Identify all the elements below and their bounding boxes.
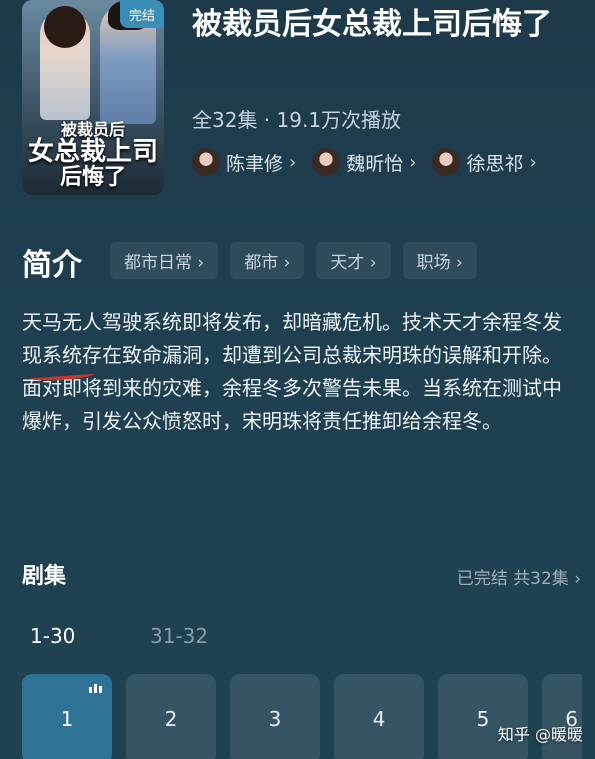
range-tab-31-32[interactable]: 31-32 — [150, 624, 208, 648]
episode-number: 5 — [476, 707, 490, 731]
tag-urban-daily[interactable]: 都市日常 › — [110, 242, 219, 279]
episodes-heading: 剧集 — [22, 564, 67, 589]
poster-title: 被裁员后 女总裁上司 后悔了 — [28, 121, 159, 190]
cast-item-1[interactable]: 魏昕怡 › — [312, 148, 416, 176]
episode-number: 1 — [60, 707, 74, 731]
drama-poster[interactable]: 完结 被裁员后 女总裁上司 后悔了 — [22, 0, 164, 195]
episode-play-count: 全32集 · 19.1万次播放 — [192, 108, 402, 132]
tag-genius[interactable]: 天才 › — [316, 242, 391, 279]
episode-button-4[interactable]: 4 — [334, 674, 424, 759]
episode-button-3[interactable]: 3 — [230, 674, 320, 759]
cast-name: 陈聿修 — [226, 152, 284, 175]
cast-name: 徐思祁 — [466, 152, 524, 175]
avatar — [432, 148, 461, 176]
episode-button-1[interactable]: 1 — [22, 674, 112, 759]
status-badge: 完结 — [120, 0, 164, 28]
chevron-right-icon: › — [529, 151, 537, 173]
episode-number: 2 — [164, 707, 178, 731]
cast-name: 魏昕怡 — [346, 152, 404, 175]
episode-button-5[interactable]: 5 — [438, 674, 528, 759]
intro-description: 天马无人驾驶系统即将发布，却暗藏危机。技术天才余程冬发现系统存在致命漏洞，却遭到… — [22, 310, 562, 433]
range-tab-1-30[interactable]: 1-30 — [30, 624, 75, 648]
page-title: 被裁员后女总裁上司后悔了 — [192, 7, 552, 42]
intro-heading: 简介 — [22, 248, 82, 283]
tag-urban[interactable]: 都市 › — [230, 242, 305, 279]
avatar — [312, 148, 341, 176]
chevron-right-icon: › — [409, 151, 417, 173]
tag-workplace[interactable]: 职场 › — [402, 242, 477, 279]
cast-item-2[interactable]: 徐思祁 › — [432, 148, 537, 176]
cast-list: 陈聿修 › 魏昕怡 › 徐思祁 › — [192, 148, 537, 176]
poster-title-line3: 后悔了 — [59, 164, 126, 190]
chevron-right-icon: › — [289, 151, 297, 173]
episode-button-2[interactable]: 2 — [126, 674, 216, 759]
poster-actress-hair — [44, 6, 86, 48]
episode-number: 4 — [372, 707, 386, 731]
drama-detail-page: 完结 被裁员后 女总裁上司 后悔了 被裁员后女总裁上司后悔了 全32集 · 19… — [0, 0, 595, 759]
playing-icon — [89, 684, 102, 693]
genre-tags: 都市日常 › 都市 › 天才 › 职场 › — [110, 242, 477, 279]
episode-button-6[interactable]: 6 — [542, 674, 582, 759]
episode-number: 3 — [268, 707, 282, 731]
watermark: 知乎 @暖暖 — [497, 725, 583, 744]
episodes-status-link[interactable]: 已完结 共32集 › — [457, 564, 581, 589]
cast-item-0[interactable]: 陈聿修 › — [192, 148, 296, 176]
episode-list: 1 2 3 4 5 6 — [22, 674, 582, 759]
avatar — [192, 148, 220, 176]
poster-title-line2: 女总裁上司 — [28, 136, 159, 167]
